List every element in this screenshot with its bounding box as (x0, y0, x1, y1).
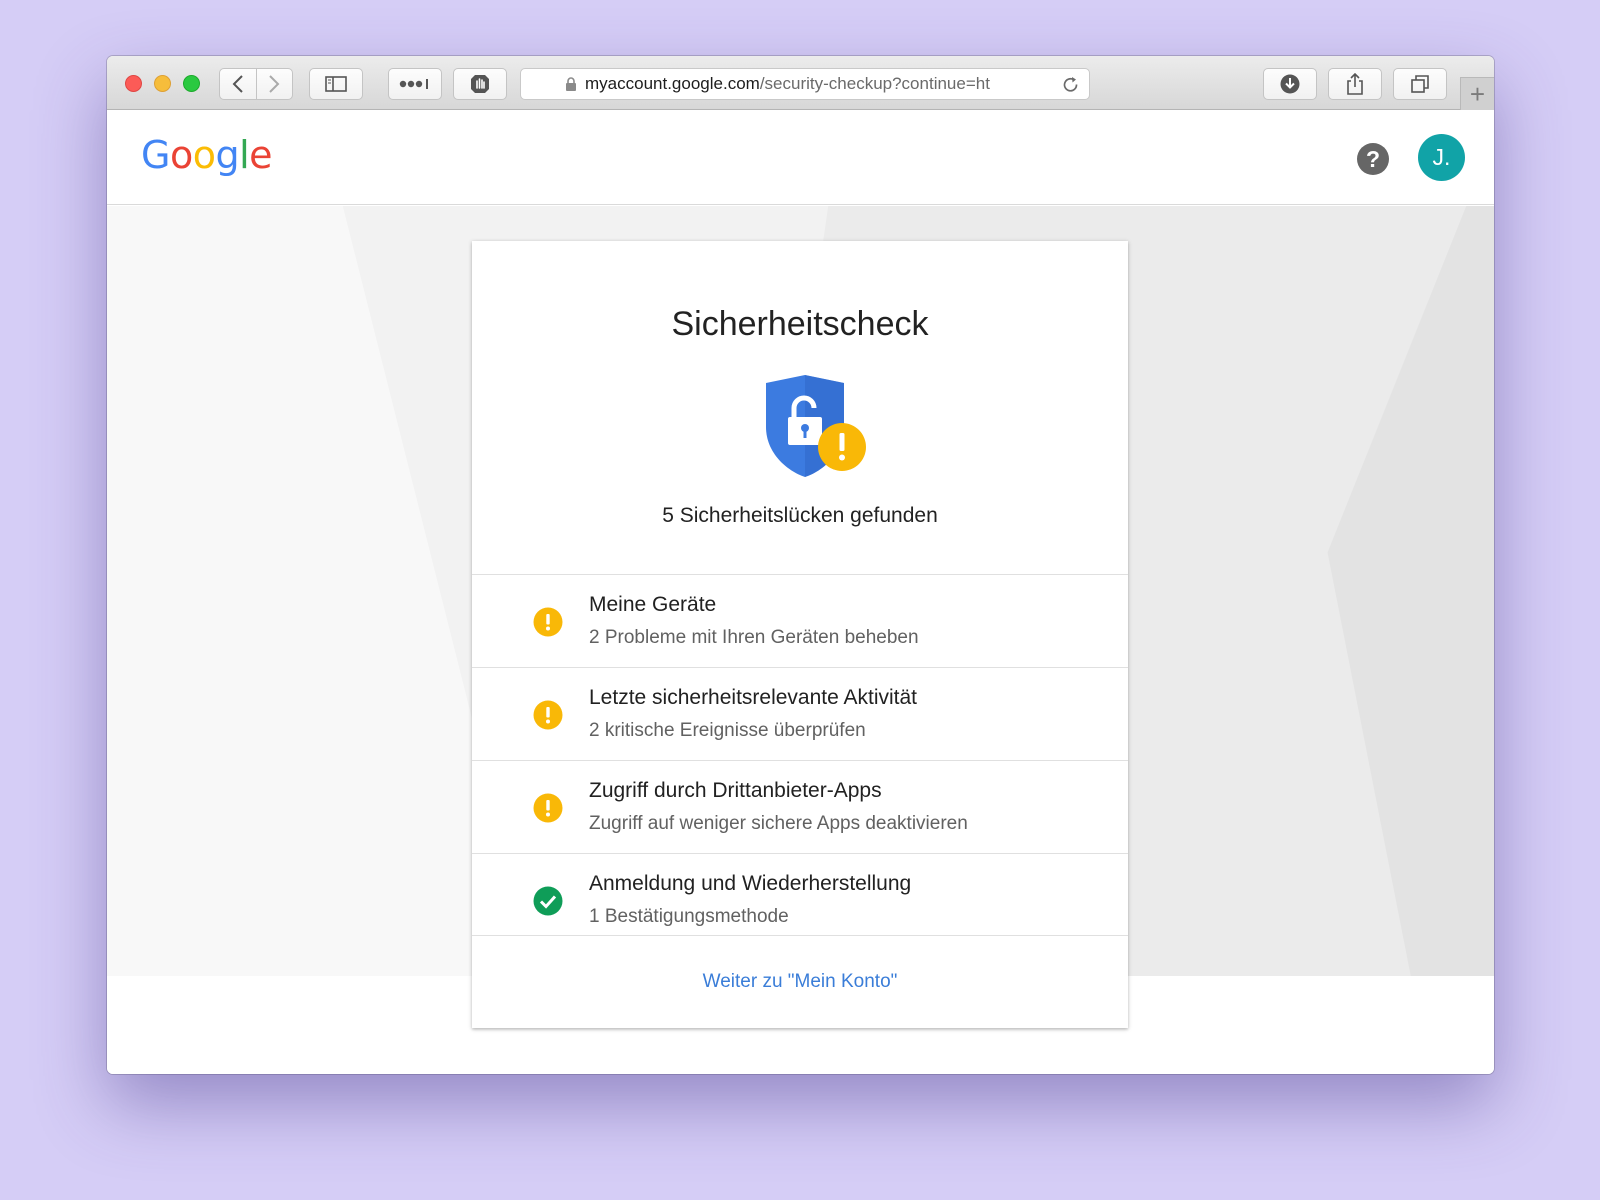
close-window-button[interactable] (125, 75, 142, 92)
checkup-item-title: Zugriff durch Drittanbieter-Apps (589, 779, 882, 802)
new-tab-button[interactable]: + (1460, 77, 1494, 110)
extensions-button[interactable] (388, 68, 442, 100)
issues-summary: 5 Sicherheitslücken gefunden (662, 504, 938, 527)
warning-icon (533, 700, 563, 730)
chevron-right-icon (269, 75, 280, 93)
more-dots-icon (399, 79, 428, 89)
checkup-item-title: Anmeldung und Wiederherstellung (589, 872, 912, 895)
checkup-item-title: Letzte sicherheitsrelevante Aktivität (589, 686, 918, 709)
security-checkup-card: Sicherheitscheck 5 Sicherheitslücken gef… (472, 241, 1128, 1028)
warning-icon (533, 607, 563, 637)
tab-overview-button[interactable] (1393, 68, 1447, 100)
checkup-item-subtitle: 2 kritische Ereignisse überprüfen (589, 720, 866, 741)
tabs-icon (1411, 75, 1429, 93)
logo-letter: G (141, 133, 170, 177)
privacy-extension-button[interactable] (453, 68, 507, 100)
download-icon (1280, 74, 1300, 94)
page-title: Sicherheitscheck (671, 305, 929, 343)
forward-button[interactable] (255, 69, 293, 99)
web-page: Google ? J. Sicherheitscheck 5 Sicherhei… (107, 111, 1494, 1074)
sidebar-button[interactable] (309, 68, 363, 100)
google-logo[interactable]: Google (141, 133, 273, 177)
browser-toolbar: myaccount.google.com/security-checkup?co… (107, 56, 1494, 110)
logo-letter: o (192, 133, 216, 177)
minimize-window-button[interactable] (154, 75, 171, 92)
checkup-item-subtitle: Zugriff auf weniger sichere Apps deaktiv… (589, 813, 968, 834)
logo-letter: l (239, 133, 250, 177)
browser-window: myaccount.google.com/security-checkup?co… (107, 56, 1494, 1074)
reload-button[interactable] (1062, 76, 1080, 99)
checkup-item[interactable]: Meine Geräte 2 Probleme mit Ihren Geräten… (472, 574, 1128, 669)
zoom-window-button[interactable] (183, 75, 200, 92)
reload-icon (1063, 77, 1078, 92)
check-icon (533, 886, 563, 916)
checkup-item[interactable]: Zugriff durch Drittanbieter-Apps Zugriff … (472, 760, 1128, 855)
logo-letter: g (215, 133, 240, 177)
google-header: Google ? J. (107, 111, 1494, 205)
chevron-left-icon (232, 75, 243, 93)
share-button[interactable] (1328, 68, 1382, 100)
warning-icon (533, 793, 563, 823)
checkup-item-subtitle: 1 Bestätigungsmethode (589, 906, 789, 927)
back-button[interactable] (220, 69, 256, 99)
account-avatar[interactable]: J. (1418, 134, 1465, 181)
hand-stop-icon (471, 75, 489, 93)
url-path: /security-checkup?continue=ht (759, 74, 990, 93)
share-icon (1347, 73, 1363, 95)
downloads-button[interactable] (1263, 68, 1317, 100)
checkup-item[interactable]: Letzte sicherheitsrelevante Aktivität 2 k… (472, 667, 1128, 762)
logo-letter: e (249, 133, 273, 177)
lock-icon (565, 76, 577, 92)
url-host: myaccount.google.com (585, 74, 760, 93)
checkup-item[interactable]: Anmeldung und Wiederherstellung 1 Bestäti… (472, 853, 1128, 948)
help-button[interactable]: ? (1357, 143, 1389, 175)
shield-warning-icon (761, 375, 871, 485)
logo-letter: o (169, 133, 193, 177)
address-bar[interactable]: myaccount.google.com/security-checkup?co… (520, 68, 1090, 100)
navigation-buttons (219, 68, 293, 100)
sidebar-icon (325, 76, 347, 92)
checkup-item-subtitle: 2 Probleme mit Ihren Geräten beheben (589, 627, 919, 648)
checkup-item-title: Meine Geräte (589, 593, 717, 616)
continue-to-account-link[interactable]: Weiter zu "Mein Konto" (472, 935, 1128, 1028)
